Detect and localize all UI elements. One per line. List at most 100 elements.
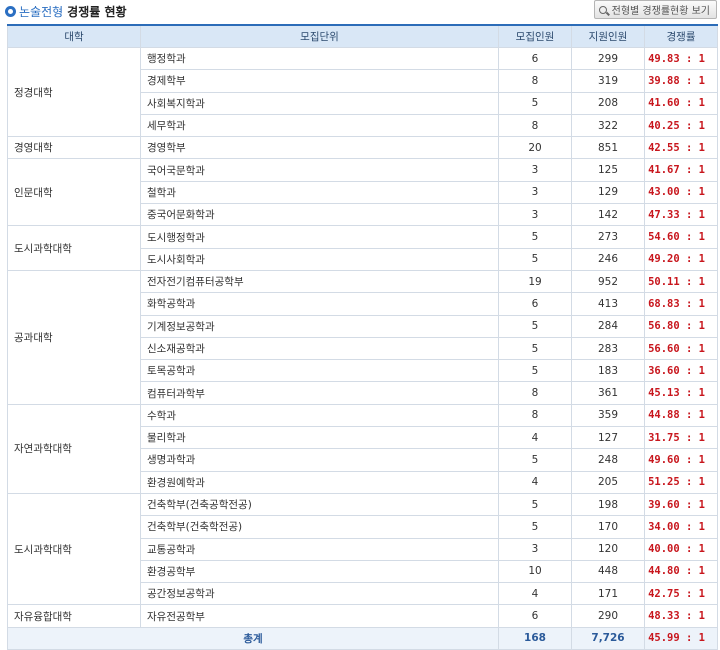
applicants-cell: 359 (571, 403, 645, 428)
table-row: 자연과학대학 수학과 8 359 44.88 : 1 (7, 403, 718, 494)
quota-cell: 5 (498, 515, 572, 539)
college-cell: 자연과학대학 (7, 403, 141, 494)
table-row: 인문대학 국어국문학과 3 125 41.67 : 1 (7, 158, 718, 227)
applicants-cell: 183 (571, 359, 645, 383)
unit-cell: 전자전기컴퓨터공학부 (140, 269, 499, 294)
rate-cell: 39.60 : 1 (644, 492, 718, 517)
quota-cell: 5 (498, 91, 572, 115)
rate-cell: 41.60 : 1 (644, 91, 718, 115)
column-header-unit: 모집단위 (140, 24, 499, 48)
view-button-label: 전형별 경쟁률현황 보기 (611, 6, 710, 17)
college-cell: 경영대학 (7, 136, 141, 160)
rate-cell: 51.25 : 1 (644, 470, 718, 494)
quota-cell: 8 (498, 403, 572, 428)
unit-cell: 환경원예학과 (140, 470, 499, 494)
quota-cell: 8 (498, 69, 572, 93)
quota-cell: 6 (498, 46, 572, 71)
title-text: 경쟁률 현황 (67, 5, 127, 19)
unit-cell: 환경공학부 (140, 559, 499, 584)
applicants-cell: 284 (571, 314, 645, 338)
quota-cell: 3 (498, 537, 572, 561)
rate-cell: 54.60 : 1 (644, 225, 718, 249)
unit-cell: 건축학부(건축공학전공) (140, 492, 499, 517)
applicants-cell: 322 (571, 113, 645, 138)
view-by-admission-type-button[interactable]: 전형별 경쟁률현황 보기 (593, 0, 717, 19)
quota-cell: 5 (498, 359, 572, 383)
total-label: 총계 (7, 626, 499, 650)
unit-cell: 생명과학과 (140, 448, 499, 472)
table-row: 정경대학 행정학과 6 299 49.83 : 1 (7, 46, 718, 138)
applicants-cell: 142 (571, 203, 645, 227)
applicants-cell: 246 (571, 247, 645, 271)
quota-cell: 5 (498, 247, 572, 271)
rate-cell: 45.13 : 1 (644, 381, 718, 405)
rate-cell: 49.83 : 1 (644, 46, 718, 71)
applicants-cell: 198 (571, 492, 645, 517)
unit-cell: 경영학부 (140, 136, 499, 160)
quota-cell: 8 (498, 381, 572, 405)
unit-cell: 컴퓨터과학부 (140, 381, 499, 405)
applicants-cell: 361 (571, 381, 645, 405)
column-header-rate: 경쟁률 (644, 24, 718, 48)
unit-cell: 도시사회학과 (140, 247, 499, 271)
unit-cell: 철학과 (140, 180, 499, 205)
college-cell: 정경대학 (7, 46, 141, 138)
quota-cell: 5 (498, 492, 572, 517)
table-row: 공과대학 전자전기컴퓨터공학부 19 952 50.11 : 1 (7, 269, 718, 405)
applicants-cell: 208 (571, 91, 645, 115)
rate-cell: 56.80 : 1 (644, 314, 718, 338)
rate-cell: 44.88 : 1 (644, 403, 718, 428)
unit-cell: 토목공학과 (140, 359, 499, 383)
unit-cell: 화학공학과 (140, 292, 499, 316)
quota-cell: 6 (498, 292, 572, 316)
rate-cell: 44.80 : 1 (644, 559, 718, 584)
unit-cell: 물리학과 (140, 426, 499, 450)
table-row: 도시과학대학 건축학부(건축공학전공) 5 198 39.60 : 1 (7, 492, 718, 606)
rate-cell: 39.88 : 1 (644, 69, 718, 93)
quota-cell: 4 (498, 470, 572, 494)
unit-cell: 도시행정학과 (140, 225, 499, 249)
applicants-cell: 129 (571, 180, 645, 205)
total-row: 총계 168 7,726 45.99 : 1 (7, 626, 718, 650)
applicants-cell: 413 (571, 292, 645, 316)
college-cell: 도시과학대학 (7, 225, 141, 271)
quota-cell: 3 (498, 203, 572, 227)
applicants-cell: 448 (571, 559, 645, 584)
table-header-row: 대학 모집단위 모집인원 지원인원 경쟁률 (7, 24, 718, 48)
applicants-cell: 283 (571, 336, 645, 361)
unit-cell: 건축학부(건축학전공) (140, 515, 499, 539)
quota-cell: 5 (498, 314, 572, 338)
table-row: 도시과학대학 도시행정학과 5 273 54.60 : 1 (7, 225, 718, 271)
applicants-cell: 127 (571, 426, 645, 450)
rate-cell: 48.33 : 1 (644, 604, 718, 628)
applicants-cell: 319 (571, 69, 645, 93)
applicants-cell: 299 (571, 46, 645, 71)
unit-cell: 경제학부 (140, 69, 499, 93)
quota-cell: 20 (498, 136, 572, 160)
table-row: 경영대학 경영학부 20 851 42.55 : 1 (7, 136, 718, 160)
unit-cell: 행정학과 (140, 46, 499, 71)
competition-rate-table: 대학 모집단위 모집인원 지원인원 경쟁률 정경대학 행정학과 6 299 49.83 … (7, 24, 718, 650)
college-cell: 공과대학 (7, 269, 141, 405)
applicants-cell: 290 (571, 604, 645, 628)
unit-cell: 중국어문화학과 (140, 203, 499, 227)
total-rate: 45.99 : 1 (644, 626, 718, 650)
applicants-cell: 248 (571, 448, 645, 472)
rate-cell: 36.60 : 1 (644, 359, 718, 383)
college-cell: 도시과학대학 (7, 492, 141, 606)
table-body: 정경대학 행정학과 6 299 49.83 : 1 경제학부 8 319 39.88 : 1 사회… (7, 46, 718, 628)
page-title: 논술전형 경쟁률 현황 (5, 3, 127, 20)
applicants-cell: 125 (571, 158, 645, 182)
page-header: 논술전형 경쟁률 현황 전형별 경쟁률현황 보기 (0, 0, 720, 22)
quota-cell: 19 (498, 269, 572, 294)
quota-cell: 5 (498, 336, 572, 361)
bullet-circle-icon (5, 6, 16, 17)
rate-cell: 50.11 : 1 (644, 269, 718, 294)
quota-cell: 5 (498, 448, 572, 472)
rate-cell: 40.00 : 1 (644, 537, 718, 561)
search-icon (598, 5, 607, 14)
quota-cell: 3 (498, 158, 572, 182)
rate-cell: 34.00 : 1 (644, 515, 718, 539)
unit-cell: 공간정보공학과 (140, 582, 499, 606)
rate-cell: 42.55 : 1 (644, 136, 718, 160)
